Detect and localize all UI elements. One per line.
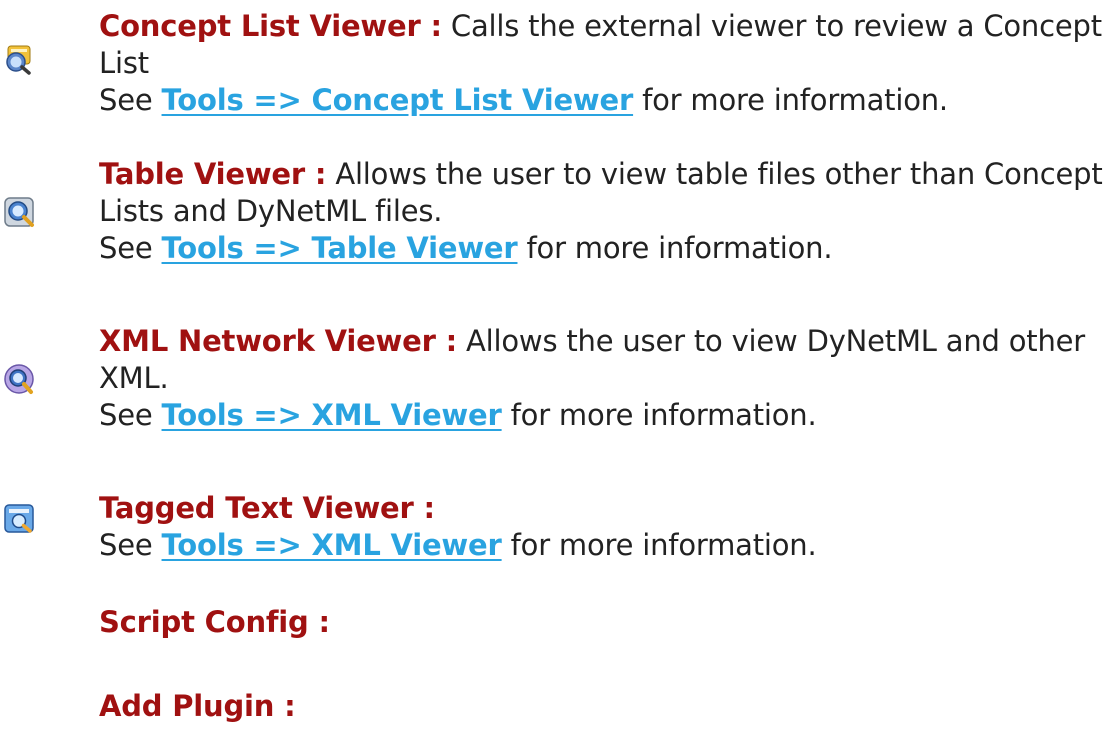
see-line: See Tools => XML Viewer for more informa… — [99, 528, 817, 562]
entry-description: Table Viewer : Allows the user to view t… — [99, 157, 1103, 228]
entry-term-line: Tagged Text Viewer : — [99, 490, 1109, 527]
xml-network-viewer-icon[interactable] — [2, 362, 38, 398]
see-line: See Tools => XML Viewer for more informa… — [99, 398, 817, 432]
tools-concept-list-viewer-link[interactable]: Tools => Concept List Viewer — [162, 83, 634, 117]
entry-text: Concept List Viewer : Calls the external… — [99, 8, 1109, 119]
table-viewer-icon[interactable] — [2, 195, 38, 231]
see-line: See Tools => Concept List Viewer for mor… — [99, 83, 948, 117]
entry-term-line: Add Plugin : — [99, 688, 1109, 725]
entry-text: Script Config : — [99, 604, 1109, 641]
tools-xml-viewer-link[interactable]: Tools => XML Viewer — [162, 528, 502, 562]
tools-xml-viewer-link[interactable]: Tools => XML Viewer — [162, 398, 502, 432]
entry-text: Table Viewer : Allows the user to view t… — [99, 156, 1109, 267]
entry-term: Table Viewer : — [99, 157, 327, 191]
entry-term: XML Network Viewer : — [99, 324, 457, 358]
entry-description: XML Network Viewer : Allows the user to … — [99, 324, 1086, 395]
entry-term: Script Config : — [99, 605, 330, 639]
entry-term: Add Plugin : — [99, 689, 296, 723]
concept-list-viewer-icon[interactable] — [2, 40, 38, 76]
entry-text: XML Network Viewer : Allows the user to … — [99, 323, 1109, 434]
tools-table-viewer-link[interactable]: Tools => Table Viewer — [162, 231, 518, 265]
entry-text: Tagged Text Viewer : See Tools => XML Vi… — [99, 490, 1109, 564]
entry-term: Concept List Viewer : — [99, 9, 442, 43]
entry-description: Concept List Viewer : Calls the external… — [99, 9, 1102, 80]
see-line: See Tools => Table Viewer for more infor… — [99, 231, 833, 265]
entry-term: Tagged Text Viewer : — [99, 491, 435, 525]
entry-text: Add Plugin : — [99, 688, 1109, 725]
entry-term-line: Script Config : — [99, 604, 1109, 641]
tagged-text-viewer-icon[interactable] — [2, 501, 38, 537]
